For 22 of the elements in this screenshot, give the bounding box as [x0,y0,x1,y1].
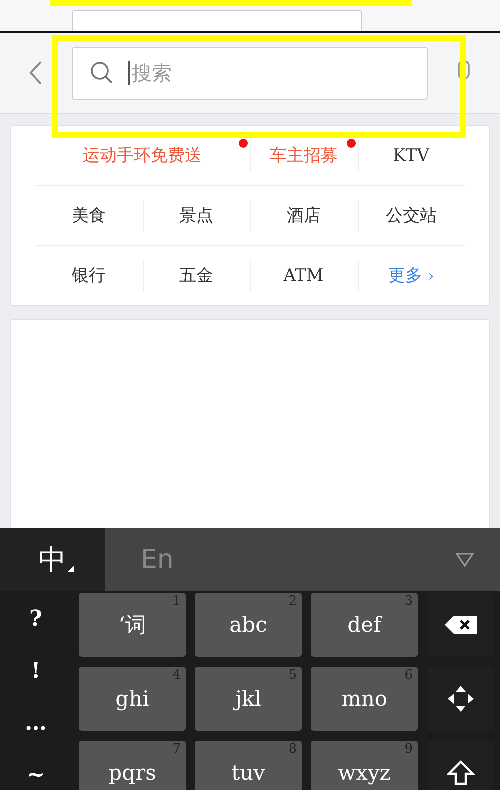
language-tab[interactable]: 中 [0,528,105,591]
shortcut-label[interactable]: 公交站 [386,204,437,227]
search-field[interactable] [72,10,362,31]
shortcut-label[interactable]: KTV [393,146,430,166]
shortcut-label[interactable]: ATM [284,266,324,286]
shortcut-label[interactable]: 美食 [72,204,106,227]
more-link[interactable]: 更多 › [388,264,434,287]
collapse-icon[interactable] [455,552,475,568]
shortcut-label[interactable]: 银行 [72,264,106,287]
back-icon[interactable] [29,60,43,86]
symbol-key[interactable]: ? [0,593,72,645]
symbol-key[interactable]: ~ [0,749,72,790]
search-icon [90,61,114,85]
shortcut-label[interactable]: 景点 [179,204,214,227]
backspace-icon[interactable] [444,615,478,635]
shortcut-label[interactable]: 酒店 [286,204,321,227]
search-placeholder: 搜索 [132,60,172,86]
symbol-key[interactable]: … [0,697,72,749]
symbol-key[interactable]: ! [0,645,72,697]
arrows-icon[interactable] [446,685,474,713]
shortcut-label[interactable]: 五金 [179,264,214,287]
shift-icon[interactable] [446,760,474,786]
